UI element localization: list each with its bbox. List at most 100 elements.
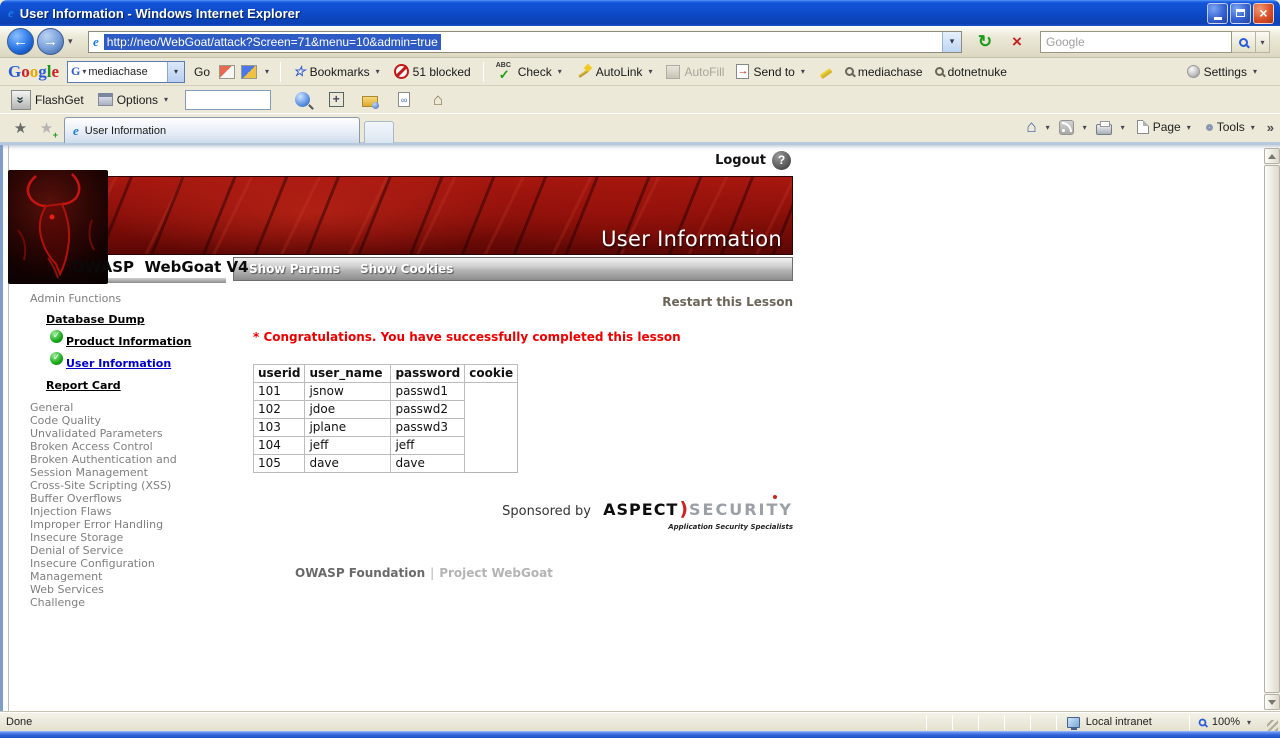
sidebar-item-injection-flaws[interactable]: Injection Flaws [30, 505, 190, 518]
autolink-button[interactable]: AutoLink▾ [573, 62, 658, 82]
gear-icon [1206, 124, 1213, 131]
refresh-button[interactable]: ↻ [972, 30, 998, 54]
scrollbar-thumb[interactable] [1264, 165, 1280, 693]
google-search-value: mediachase [88, 66, 150, 78]
help-button[interactable]: ? [772, 151, 791, 170]
sidebar-item-xss[interactable]: Cross-Site Scripting (XSS) [30, 479, 190, 492]
title-bar[interactable]: e User Information - Windows Internet Ex… [0, 0, 1280, 26]
sidebar-item-insecure-storage[interactable]: Insecure Storage [30, 531, 190, 544]
search-input[interactable] [1040, 31, 1232, 53]
settings-sphere-icon [1187, 65, 1200, 78]
sidebar-item-broken-authentication[interactable]: Broken Authentication and Session Manage… [30, 453, 190, 479]
new-tab-stub[interactable] [364, 121, 394, 143]
chevron-down-icon[interactable]: ▾ [1046, 123, 1050, 132]
highlighter-button[interactable] [816, 63, 836, 81]
popup-blocked-button[interactable]: 51 blocked [391, 62, 474, 81]
user-table: userid user_name password cookie 101 jsn… [253, 364, 518, 473]
chevron-down-icon[interactable]: ▾ [1121, 123, 1125, 132]
flashget-button[interactable]: »FlashGet [8, 88, 87, 112]
sidebar-item-insecure-configuration[interactable]: Insecure Configuration Management [30, 557, 190, 583]
close-button[interactable]: × [1253, 3, 1274, 24]
flashget-folder-button[interactable] [357, 89, 383, 111]
vertical-scrollbar[interactable] [1264, 148, 1280, 710]
minimize-button[interactable] [1207, 3, 1228, 24]
search-images-icon[interactable] [241, 65, 257, 79]
sidebar-item-general[interactable]: General [30, 401, 190, 414]
owasp-foundation-link[interactable]: OWASP Foundation [295, 566, 425, 580]
table-cell: dave [391, 455, 465, 473]
address-dropdown[interactable]: ▾ [942, 32, 961, 52]
address-bar[interactable]: e http://neo/WebGoat/attack?Screen=71&me… [88, 31, 962, 53]
arrow-down-icon [1268, 700, 1276, 705]
bookmarks-button[interactable]: ☆Bookmarks▾ [290, 61, 385, 82]
toolbar-separator [483, 62, 484, 82]
sidebar-item-buffer-overflows[interactable]: Buffer Overflows [30, 492, 190, 505]
forward-button[interactable]: → [37, 28, 64, 55]
restart-lesson-link[interactable]: Restart this Lesson [253, 295, 793, 309]
restore-button[interactable] [1230, 3, 1251, 24]
more-commands-icon[interactable]: » [1267, 120, 1274, 135]
sidebar-item-improper-error-handling[interactable]: Improper Error Handling [30, 518, 190, 531]
google-search-combo[interactable]: G ▾ mediachase ▾ [67, 61, 185, 83]
settings-button[interactable]: Settings▾ [1184, 63, 1262, 81]
sidebar-link-report-card[interactable]: Report Card [46, 379, 208, 392]
zoom-control[interactable]: 100% ▾ [1190, 716, 1261, 728]
search-button[interactable] [1232, 31, 1256, 53]
project-webgoat-link[interactable]: Project WebGoat [439, 566, 553, 580]
sidebar-link-database-dump[interactable]: Database Dump [46, 313, 208, 326]
tab-user-information[interactable]: e User Information [64, 117, 360, 143]
sidebar-item-denial-of-service[interactable]: Denial of Service [30, 544, 190, 557]
flashget-capture-button[interactable]: + [323, 89, 349, 111]
table-cell: 103 [254, 419, 305, 437]
table-cell: 101 [254, 383, 305, 401]
link-label: Report Card [46, 379, 121, 392]
scroll-down-button[interactable] [1264, 694, 1280, 710]
flashget-icon: » [11, 90, 31, 110]
chevron-down-icon: ▾ [1251, 123, 1255, 132]
google-go-button[interactable]: Go [191, 63, 213, 81]
print-button[interactable] [1096, 124, 1112, 135]
search-dropdown[interactable]: ▾ [1256, 31, 1270, 53]
combo-dropdown[interactable]: ▾ [167, 62, 184, 82]
favorites-button[interactable]: ★ [8, 118, 33, 141]
flashget-input[interactable] [185, 90, 271, 110]
show-cookies-button[interactable]: Show Cookies [360, 262, 453, 276]
spellcheck-icon: ABC✓ [496, 63, 514, 80]
globe-search-icon [295, 92, 310, 107]
logout-link[interactable]: Logout [715, 153, 766, 168]
logo-tagline: Application Security Specialists [668, 523, 793, 531]
stop-button[interactable]: × [1004, 30, 1030, 54]
site-favicon-icon: e [93, 34, 99, 50]
home-button[interactable]: ⌂ [1026, 118, 1036, 136]
logo-dot-icon [773, 495, 777, 499]
sidebar-item-admin-functions[interactable]: Admin Functions [30, 292, 208, 305]
sidebar-item-challenge[interactable]: Challenge [30, 596, 190, 609]
sidebar-item-code-quality[interactable]: Code Quality [30, 414, 190, 427]
sidebar-item-unvalidated-parameters[interactable]: Unvalidated Parameters [30, 427, 190, 440]
history-dropdown-icon[interactable]: ▾ [68, 36, 73, 47]
mediachase-site-button[interactable]: mediachase [842, 63, 926, 81]
table-cell: 102 [254, 401, 305, 419]
flashget-links-button[interactable]: ∞ [391, 89, 417, 111]
flashget-home-button[interactable]: ⌂ [425, 89, 451, 111]
sidebar-link-product-information[interactable]: ✓ Product Information [50, 335, 208, 348]
chevron-down-icon: ▾ [1083, 123, 1087, 132]
sidebar-item-web-services[interactable]: Web Services [30, 583, 190, 596]
arrow-up-icon [1268, 154, 1276, 159]
dotnetnuke-site-button[interactable]: dotnetnuke [932, 63, 1010, 81]
add-favorite-button[interactable]: ★+ [34, 118, 59, 141]
chevron-down-icon[interactable]: ▾ [265, 67, 269, 76]
back-button[interactable]: ← [7, 28, 34, 55]
send-to-button[interactable]: Send to▾ [733, 62, 809, 81]
sidebar-item-broken-access-control[interactable]: Broken Access Control [30, 440, 190, 453]
show-params-button[interactable]: Show Params [249, 262, 340, 276]
flashget-search-button[interactable] [289, 89, 315, 111]
resize-grip[interactable] [1267, 720, 1278, 731]
page-menu-button[interactable]: Page▾ [1134, 118, 1196, 136]
spellcheck-button[interactable]: ABC✓Check▾ [493, 61, 567, 82]
sidebar-link-user-information[interactable]: ✓ User Information [50, 357, 208, 370]
search-site-icon[interactable] [219, 65, 235, 79]
tools-menu-button[interactable]: Tools▾ [1203, 118, 1260, 136]
scroll-up-button[interactable] [1264, 148, 1280, 164]
flashget-options-button[interactable]: Options▾ [95, 91, 173, 109]
